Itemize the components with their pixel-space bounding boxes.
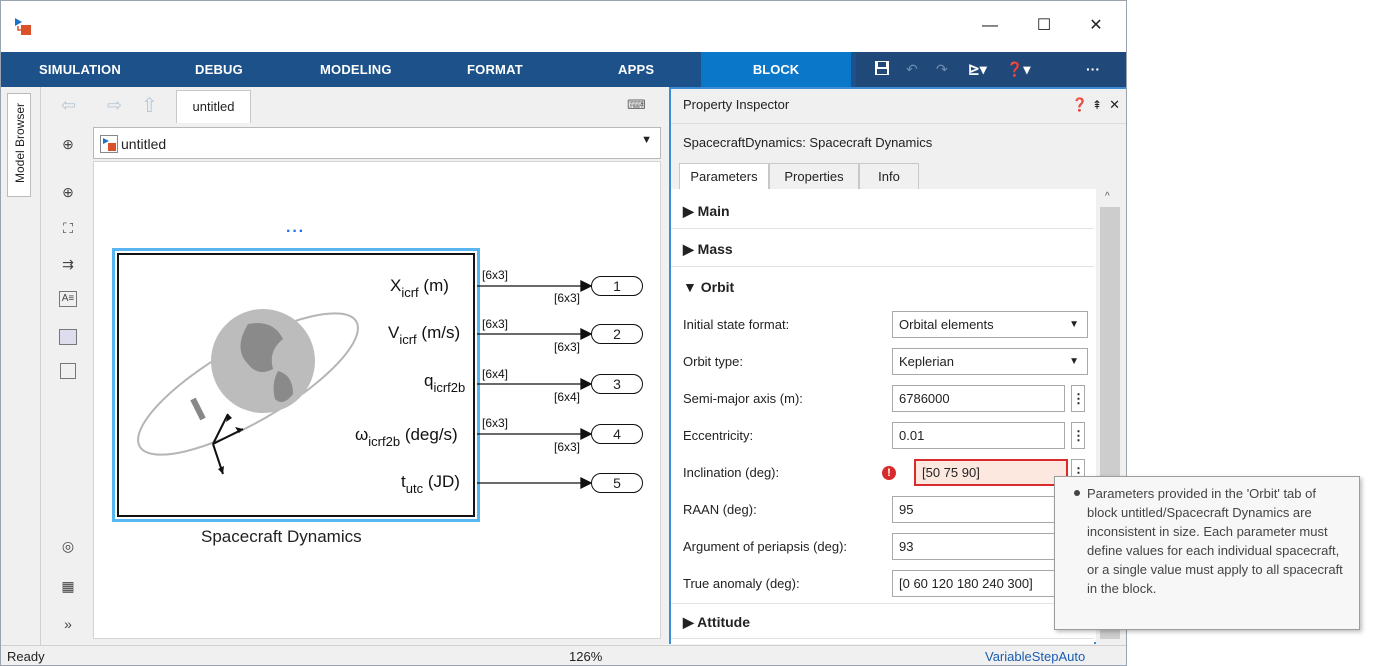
param-label: Argument of periapsis (deg):: [683, 539, 848, 554]
error-tooltip: Parameters provided in the 'Orbit' tab o…: [1054, 476, 1360, 630]
param-raan: RAAN (deg): 95: [671, 492, 1094, 529]
section-orbit[interactable]: ▼ Orbit: [671, 269, 1094, 305]
signal-dim-in-3: [6x4]: [554, 390, 581, 404]
more-options-icon[interactable]: ⋮: [1071, 422, 1085, 449]
property-inspector-title: Property Inspector: [683, 97, 790, 112]
section-orbit-label: Orbit: [700, 279, 735, 295]
expand-icon[interactable]: »: [57, 613, 79, 635]
collapse-arrow-icon: ▼: [683, 279, 701, 295]
param-label: Eccentricity:: [683, 428, 754, 443]
signal-arrow-5: [580, 476, 593, 490]
property-inspector-title-bar: Property Inspector ❓ ⇞ ✕: [671, 89, 1126, 123]
section-main[interactable]: ▶ Main: [671, 193, 1094, 229]
more-icon[interactable]: ···: [1086, 60, 1100, 78]
param-eccentricity: Eccentricity: 0.01 ⋮: [671, 418, 1094, 455]
more-options-icon[interactable]: ⋮: [1071, 385, 1085, 412]
bullet-icon: [1074, 490, 1080, 496]
signal-dim-in-2: [6x3]: [554, 340, 581, 354]
initial-state-format-dropdown[interactable]: Orbital elements ▼: [892, 311, 1088, 338]
outport-2[interactable]: 2: [591, 324, 643, 344]
signal-dim-out-1: [6x3]: [482, 268, 509, 282]
section-mass[interactable]: ▶ Mass: [671, 231, 1094, 267]
property-inspector-icon[interactable]: ▦: [57, 575, 79, 597]
error-icon: !: [882, 466, 896, 480]
param-label: Semi-major axis (m):: [683, 391, 803, 406]
param-label: Orbit type:: [683, 354, 743, 369]
signal-arrow-1: [580, 279, 593, 293]
semi-major-axis-field[interactable]: 6786000: [892, 385, 1065, 412]
zoom-level: 126%: [569, 649, 603, 664]
tab-info[interactable]: Info: [859, 163, 919, 189]
status-bar: Ready 126% VariableStepAuto: [1, 645, 1126, 665]
param-label: Initial state format:: [683, 317, 790, 332]
eccentricity-field[interactable]: 0.01: [892, 422, 1065, 449]
error-tooltip-text: Parameters provided in the 'Orbit' tab o…: [1087, 486, 1343, 596]
scroll-up-icon[interactable]: ^: [1105, 191, 1110, 202]
close-icon[interactable]: ✕: [1109, 89, 1120, 121]
tab-properties[interactable]: Properties: [769, 163, 859, 189]
dropdown-value: Keplerian: [899, 354, 954, 369]
simulink-window: — ☐ ✕ SIMULATION DEBUG MODELING FORMAT A…: [0, 0, 1127, 666]
outport-4[interactable]: 4: [591, 424, 643, 444]
close-button[interactable]: ✕: [1085, 15, 1107, 37]
param-semi-major-axis: Semi-major axis (m): 6786000 ⋮: [671, 381, 1094, 418]
param-initial-state-format: Initial state format: Orbital elements ▼: [671, 307, 1094, 344]
orbit-type-dropdown[interactable]: Keplerian ▼: [892, 348, 1088, 375]
outport-1[interactable]: 1: [591, 276, 643, 296]
expand-arrow-icon: ▶: [683, 241, 698, 257]
status-text: Ready: [7, 649, 45, 664]
dropdown-value: Orbital elements: [899, 317, 994, 332]
expand-arrow-icon: ▶: [683, 614, 698, 630]
signal-dim-in-1: [6x3]: [554, 291, 581, 305]
help-icon[interactable]: ❓: [1072, 89, 1088, 121]
section-mass-label: Mass: [697, 241, 733, 257]
signal-arrow-3: [580, 377, 593, 391]
tab-block[interactable]: BLOCK: [701, 52, 851, 87]
parameters-panel: ▶ Main ▶ Mass ▼ Orbit Initial state form…: [671, 189, 1094, 644]
param-label: Inclination (deg):: [683, 465, 780, 480]
solver-link[interactable]: VariableStepAuto: [985, 646, 1085, 665]
property-inspector-block-name: SpacecraftDynamics: Spacecraft Dynamics: [671, 123, 1126, 161]
pin-icon[interactable]: ⇞: [1092, 89, 1102, 121]
param-true-anomaly: True anomaly (deg): [0 60 120 180 240 30…: [671, 566, 1094, 603]
section-main-label: Main: [697, 203, 730, 219]
quick-access-toolbar: ↶ ↷ ⊵▾ ❓▾ ···: [856, 52, 1126, 87]
signal-dim-out-4: [6x3]: [482, 416, 509, 430]
raan-field[interactable]: 95: [892, 496, 1065, 523]
section-attitude[interactable]: ▶ Attitude: [671, 603, 1094, 639]
true-anomaly-field[interactable]: [0 60 120 180 240 300]: [892, 570, 1065, 597]
chevron-down-icon: ▼: [1069, 356, 1079, 367]
signal-arrow-2: [580, 327, 593, 341]
outport-5[interactable]: 5: [591, 473, 643, 493]
model-settings-icon[interactable]: ⊵▾: [968, 60, 987, 78]
param-inclination: Inclination (deg): ! [50 75 90] ⋮: [671, 455, 1094, 492]
param-label: True anomaly (deg):: [683, 576, 800, 591]
redo-icon[interactable]: ↷: [936, 60, 948, 78]
signal-dim-out-3: [6x4]: [482, 367, 509, 381]
signal-dim-in-4: [6x3]: [554, 440, 581, 454]
expand-arrow-icon: ▶: [683, 203, 698, 219]
argument-of-periapsis-field[interactable]: 93: [892, 533, 1065, 560]
inclination-field[interactable]: [50 75 90]: [914, 459, 1068, 486]
tab-block-label: BLOCK: [752, 62, 800, 77]
section-attitude-label: Attitude: [697, 614, 751, 630]
undo-icon[interactable]: ↶: [906, 60, 918, 78]
signal-dim-out-2: [6x3]: [482, 317, 509, 331]
property-inspector-tabs: Parameters Properties Info: [671, 161, 1126, 189]
signal-arrow-4: [580, 427, 593, 441]
maximize-button[interactable]: ☐: [1033, 15, 1055, 37]
minimize-button[interactable]: —: [979, 15, 1001, 37]
param-label: RAAN (deg):: [683, 502, 757, 517]
outport-3[interactable]: 3: [591, 374, 643, 394]
chevron-down-icon: ▼: [1069, 319, 1079, 330]
tab-parameters[interactable]: Parameters: [679, 163, 769, 189]
help-icon[interactable]: ❓▾: [1006, 60, 1030, 78]
save-icon[interactable]: [874, 60, 890, 76]
param-argument-of-periapsis: Argument of periapsis (deg): 93: [671, 529, 1094, 566]
param-orbit-type: Orbit type: Keplerian ▼: [671, 344, 1094, 381]
